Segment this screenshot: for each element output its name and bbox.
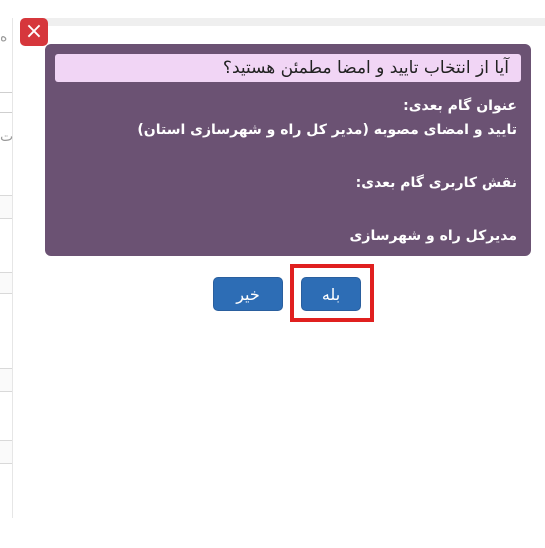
confirmation-question: آیا از انتخاب تایید و امضا مطمئن هستید؟	[55, 54, 521, 82]
background-glyph-top: ه	[0, 29, 8, 45]
background-divider	[0, 112, 12, 113]
background-glyph-mid: ت	[0, 129, 14, 145]
next-step-role-label: نقش کاربری گام بعدی:	[355, 175, 517, 191]
no-button[interactable]: خیر	[213, 277, 283, 311]
next-step-title-label: عنوان گام بعدی:	[403, 98, 517, 114]
background-header-strip	[30, 18, 545, 26]
next-step-title-value: تایید و امضای مصوبه (مدیر کل راه و شهرسا…	[137, 122, 517, 138]
yes-button[interactable]: بله	[301, 277, 361, 311]
background-field	[0, 195, 12, 219]
confirmation-modal-screen: ه ت × آیا از انتخاب تایید و امضا مطمئن ه…	[0, 0, 545, 548]
background-divider	[0, 92, 12, 93]
close-button[interactable]: ×	[20, 18, 48, 46]
next-step-role-value: مدیرکل راه و شهرسازی	[349, 228, 517, 244]
background-field	[0, 440, 12, 464]
close-icon: ×	[24, 19, 44, 44]
background-field	[0, 272, 12, 294]
confirmation-panel: آیا از انتخاب تایید و امضا مطمئن هستید؟ …	[45, 44, 531, 256]
background-field	[0, 368, 12, 392]
